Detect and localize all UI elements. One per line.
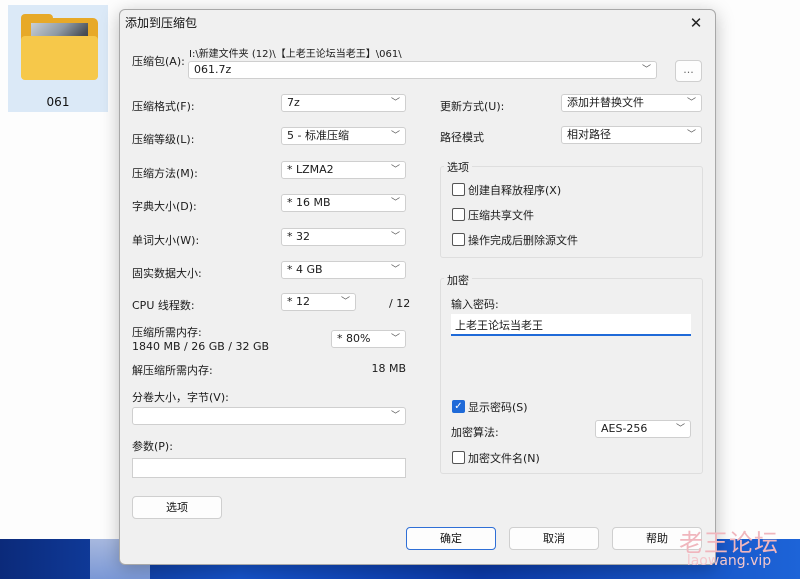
pathmode-label: 路径模式	[440, 131, 484, 144]
password-input[interactable]: 上老王论坛当老王	[451, 314, 691, 336]
chevron-down-icon: ﹀	[390, 131, 400, 141]
chevron-down-icon: ﹀	[390, 334, 400, 344]
delete-source-label: 操作完成后删除源文件	[468, 234, 578, 247]
options-button[interactable]: 选项	[132, 496, 222, 519]
pathmode-value: 相对路径	[567, 128, 611, 141]
shared-files-label: 压缩共享文件	[468, 209, 534, 222]
watermark-url: laowang.vip	[686, 553, 772, 569]
chevron-down-icon: ﹀	[390, 411, 400, 421]
folder-icon	[21, 14, 98, 80]
dict-value: * 16 MB	[287, 196, 331, 209]
checkmark-icon: ✓	[452, 400, 465, 413]
chevron-down-icon: ﹀	[390, 265, 400, 275]
volume-combo[interactable]: ﹀	[132, 407, 406, 425]
chevron-down-icon: ﹀	[390, 165, 400, 175]
dict-label: 字典大小(D):	[132, 200, 197, 213]
solid-label: 固实数据大小:	[132, 267, 202, 280]
algorithm-value: AES-256	[601, 422, 648, 435]
method-value: * LZMA2	[287, 163, 334, 176]
title-bar: 添加到压缩包 ✕	[120, 10, 715, 36]
checkbox-icon	[452, 451, 465, 464]
show-password-checkbox[interactable]: ✓ 显示密码(S)	[452, 400, 572, 414]
level-value: 5 - 标准压缩	[287, 129, 349, 142]
chevron-down-icon: ﹀	[675, 424, 685, 434]
threads-label: CPU 线程数:	[132, 299, 195, 312]
close-icon[interactable]: ✕	[685, 12, 707, 34]
encrypt-names-label: 加密文件名(N)	[468, 452, 540, 465]
archive-name-value: 061.7z	[194, 63, 232, 76]
options-group-title: 选项	[444, 159, 472, 175]
memory-detail: 1840 MB / 26 GB / 32 GB	[132, 340, 270, 353]
algorithm-label: 加密算法:	[451, 426, 499, 439]
browse-button[interactable]: ...	[675, 60, 702, 82]
memory-value: * 80%	[337, 332, 371, 345]
cancel-button[interactable]: 取消	[509, 527, 599, 550]
params-label: 参数(P):	[132, 440, 173, 453]
watermark: 老王论坛 laowang.vip	[670, 523, 788, 577]
pathmode-combo[interactable]: 相对路径 ﹀	[561, 126, 702, 144]
algorithm-combo[interactable]: AES-256 ﹀	[595, 420, 691, 438]
word-value: * 32	[287, 230, 310, 243]
threads-value: * 12	[287, 295, 310, 308]
archive-label: 压缩包(A):	[132, 55, 185, 68]
update-label: 更新方式(U):	[440, 100, 505, 113]
chevron-down-icon: ﹀	[641, 65, 651, 75]
shared-files-checkbox[interactable]: 压缩共享文件	[452, 208, 632, 222]
solid-combo[interactable]: * 4 GB ﹀	[281, 261, 406, 279]
solid-value: * 4 GB	[287, 263, 323, 276]
show-password-label: 显示密码(S)	[468, 401, 528, 414]
params-input[interactable]	[132, 458, 406, 478]
checkbox-icon	[452, 208, 465, 221]
update-value: 添加并替换文件	[567, 96, 644, 109]
memory-combo[interactable]: * 80% ﹀	[331, 330, 406, 348]
checkbox-icon	[452, 183, 465, 196]
password-label: 输入密码:	[451, 298, 499, 311]
password-value: 上老王论坛当老王	[455, 319, 543, 332]
word-combo[interactable]: * 32 ﹀	[281, 228, 406, 246]
sfx-checkbox[interactable]: 创建自释放程序(X)	[452, 183, 632, 197]
threads-total: / 12	[389, 297, 411, 310]
encrypt-names-checkbox[interactable]: 加密文件名(N)	[452, 451, 572, 465]
chevron-down-icon: ﹀	[390, 98, 400, 108]
ok-button[interactable]: 确定	[406, 527, 496, 550]
add-to-archive-dialog: 添加到压缩包 ✕ 压缩包(A): I:\新建文件夹 (12)\【上老王论坛当老王…	[119, 9, 716, 565]
level-label: 压缩等级(L):	[132, 133, 195, 146]
format-combo[interactable]: 7z ﹀	[281, 94, 406, 112]
chevron-down-icon: ﹀	[686, 98, 696, 108]
encryption-group-title: 加密	[444, 272, 472, 288]
chevron-down-icon: ﹀	[686, 130, 696, 140]
folder-label: 061	[46, 95, 70, 109]
chevron-down-icon: ﹀	[390, 198, 400, 208]
dict-combo[interactable]: * 16 MB ﹀	[281, 194, 406, 212]
level-combo[interactable]: 5 - 标准压缩 ﹀	[281, 127, 406, 145]
format-label: 压缩格式(F):	[132, 100, 195, 113]
update-combo[interactable]: 添加并替换文件 ﹀	[561, 94, 702, 112]
archive-path: I:\新建文件夹 (12)\【上老王论坛当老王】\061\	[189, 49, 402, 60]
threads-combo[interactable]: * 12 ﹀	[281, 293, 356, 311]
chevron-down-icon: ﹀	[340, 297, 350, 307]
checkbox-icon	[452, 233, 465, 246]
memory-label: 压缩所需内存:	[132, 326, 202, 339]
sfx-label: 创建自释放程序(X)	[468, 184, 562, 197]
desktop-folder-061[interactable]: 061	[8, 5, 108, 112]
chevron-down-icon: ﹀	[390, 232, 400, 242]
decomp-label: 解压缩所需内存:	[132, 364, 213, 377]
archive-name-combo[interactable]: 061.7z ﹀	[188, 61, 657, 79]
volume-label: 分卷大小，字节(V):	[132, 391, 229, 404]
method-combo[interactable]: * LZMA2 ﹀	[281, 161, 406, 179]
decomp-value: 18 MB	[371, 362, 406, 375]
delete-source-checkbox[interactable]: 操作完成后删除源文件	[452, 233, 632, 247]
word-label: 单词大小(W):	[132, 234, 200, 247]
format-value: 7z	[287, 96, 300, 109]
method-label: 压缩方法(M):	[132, 167, 198, 180]
dialog-title: 添加到压缩包	[125, 16, 198, 30]
